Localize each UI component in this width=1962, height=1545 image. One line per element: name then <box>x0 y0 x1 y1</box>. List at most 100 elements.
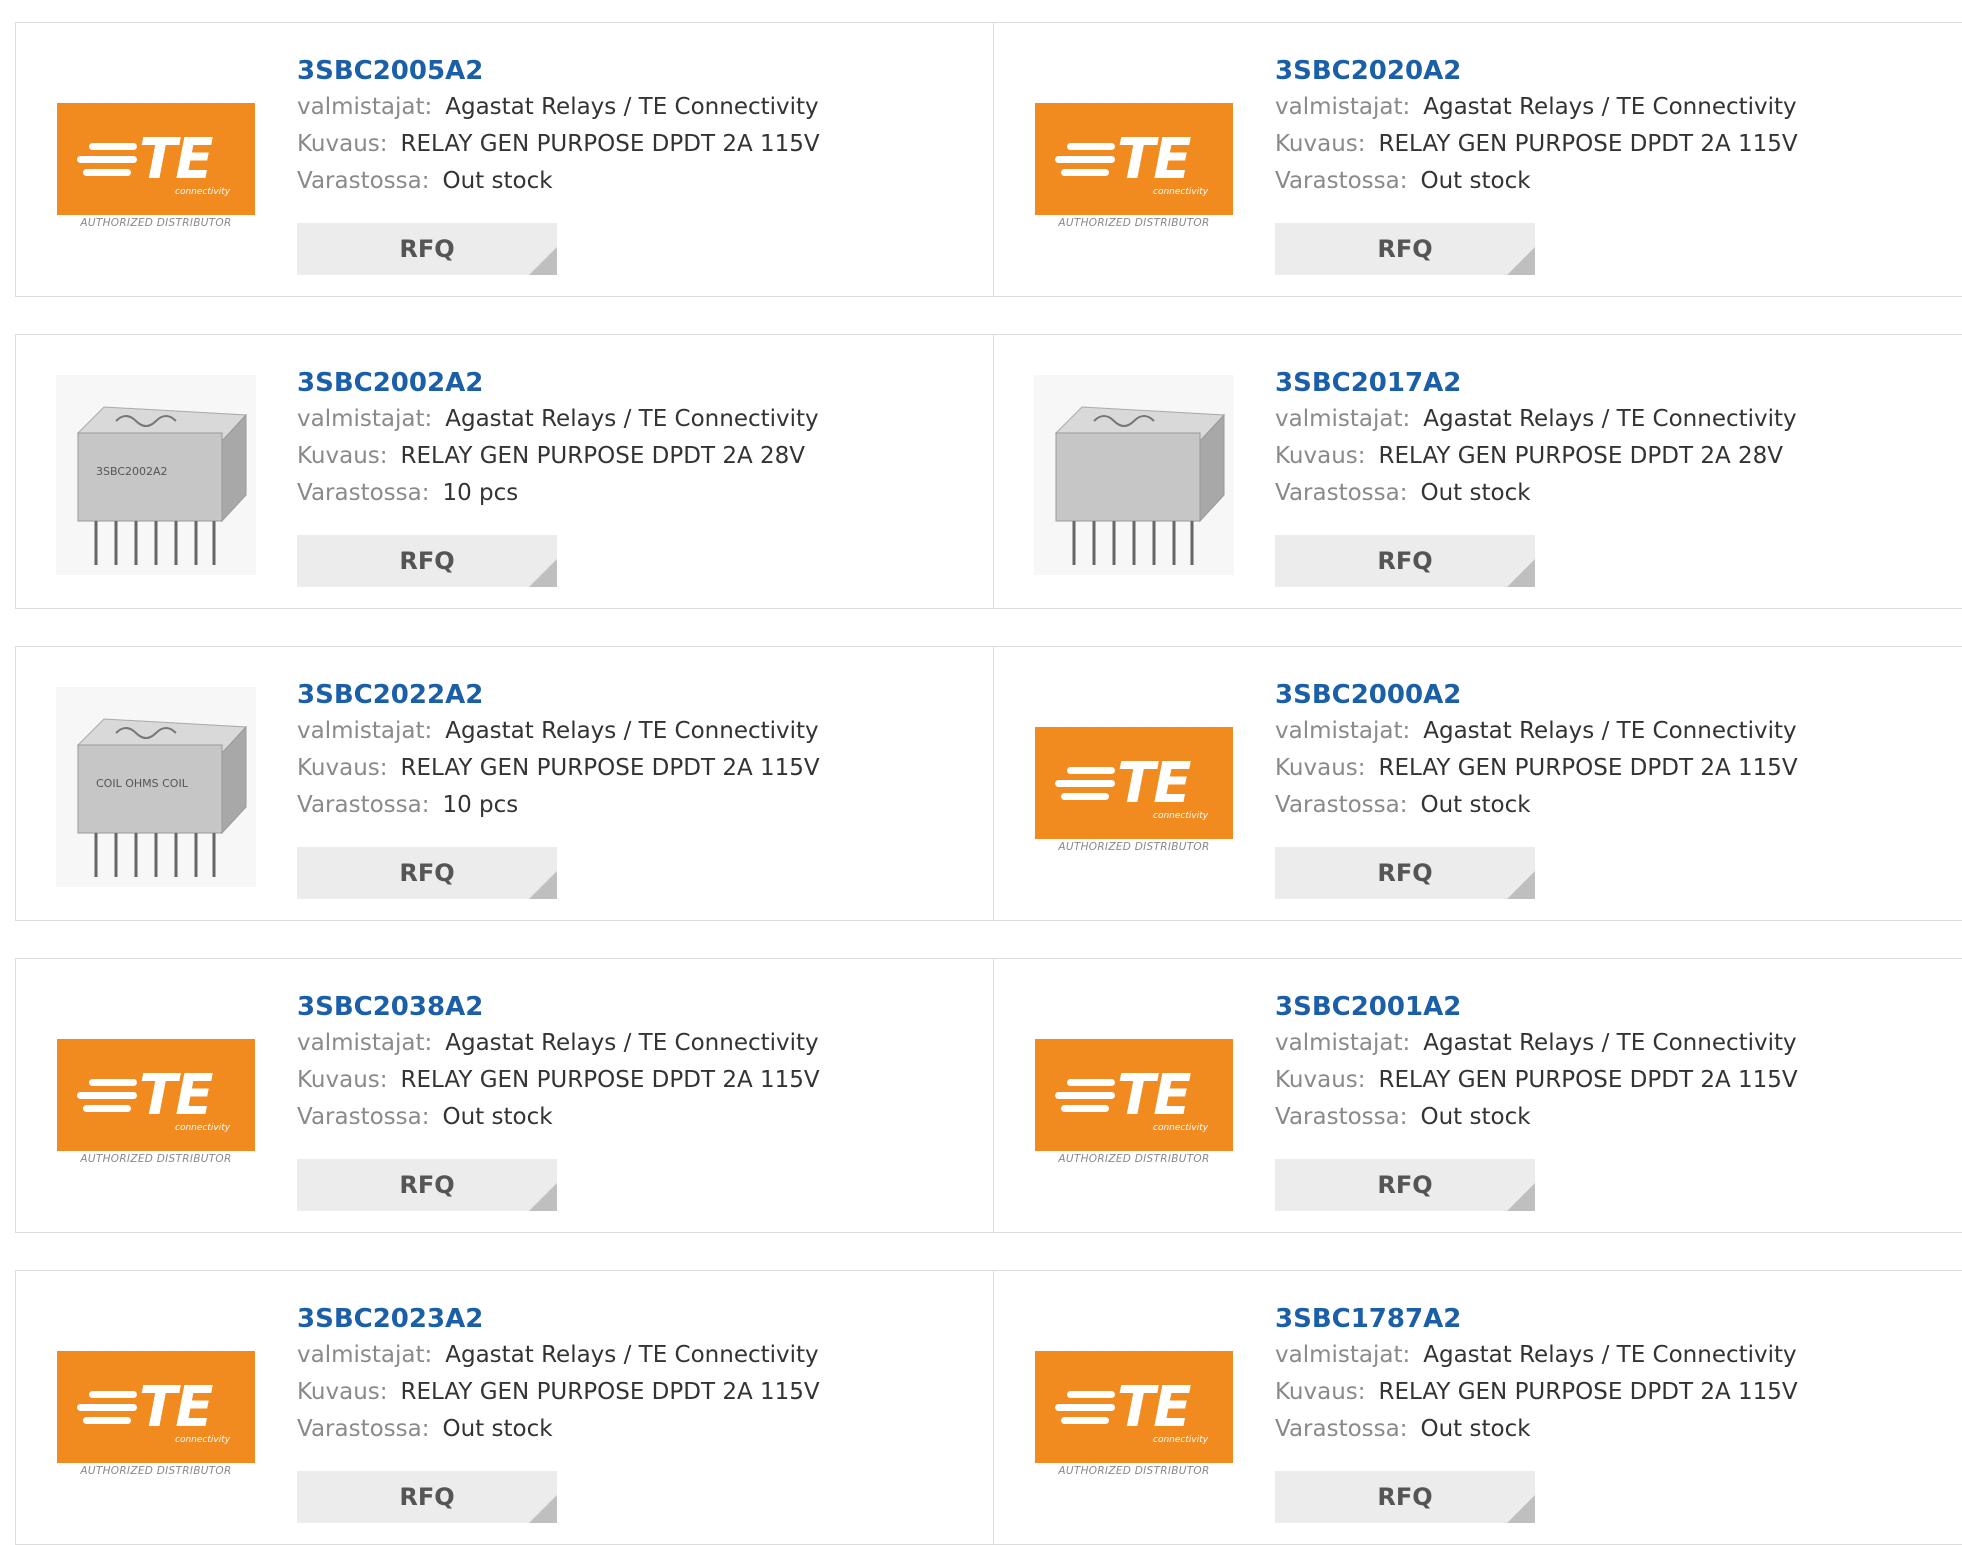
stock-label: Varastossa: <box>297 480 430 506</box>
stock-row: Varastossa: 10 pcs <box>297 475 819 512</box>
rfq-label: RFQ <box>399 1171 455 1199</box>
manufacturer-row: valmistajat: Agastat Relays / TE Connecti… <box>297 1025 820 1062</box>
manufacturer-value: Agastat Relays / TE Connectivity <box>445 94 819 120</box>
manufacturer-label: valmistajat: <box>297 406 433 432</box>
te-logo-box: TE connectivity <box>57 103 255 215</box>
stock-value: Out stock <box>1420 792 1531 818</box>
description-row: Kuvaus: RELAY GEN PURPOSE DPDT 2A 115V <box>297 1374 820 1411</box>
rfq-label: RFQ <box>1377 1483 1433 1511</box>
description-value: RELAY GEN PURPOSE DPDT 2A 115V <box>1378 755 1798 781</box>
product-info: 3SBC2001A2 valmistajat: Agastat Relays / … <box>1275 989 1798 1136</box>
corner-triangle-icon <box>529 871 557 899</box>
stock-row: Varastossa: Out stock <box>1275 1099 1798 1136</box>
authorized-distributor-caption: AUTHORIZED DISTRIBUTOR <box>1058 217 1210 229</box>
product-info: 3SBC2002A2 valmistajat: Agastat Relays / … <box>297 365 819 512</box>
description-label: Kuvaus: <box>297 443 388 469</box>
authorized-distributor-caption: AUTHORIZED DISTRIBUTOR <box>80 217 232 229</box>
stock-value: Out stock <box>442 1416 553 1442</box>
description-row: Kuvaus: RELAY GEN PURPOSE DPDT 2A 115V <box>1275 750 1798 787</box>
rfq-button[interactable]: RFQ <box>297 535 557 587</box>
rfq-button[interactable]: RFQ <box>1275 535 1535 587</box>
product-image[interactable]: TE connectivity AUTHORIZED DISTRIBUTOR <box>56 1311 256 1511</box>
te-connectivity-logo: TE connectivity AUTHORIZED DISTRIBUTOR <box>1035 103 1233 229</box>
stock-label: Varastossa: <box>1275 1416 1408 1442</box>
part-number-link[interactable]: 3SBC2023A2 <box>297 1301 820 1337</box>
authorized-distributor-caption: AUTHORIZED DISTRIBUTOR <box>80 1153 232 1165</box>
stock-label: Varastossa: <box>1275 1104 1408 1130</box>
stock-label: Varastossa: <box>297 1104 430 1130</box>
product-image[interactable]: TE connectivity AUTHORIZED DISTRIBUTOR <box>1034 1311 1234 1511</box>
product-image[interactable]: TE connectivity AUTHORIZED DISTRIBUTOR <box>1034 999 1234 1199</box>
te-logo-text: TE <box>139 1063 213 1128</box>
te-logo-text: TE <box>1117 751 1191 816</box>
manufacturer-row: valmistajat: Agastat Relays / TE Connecti… <box>297 1337 820 1374</box>
manufacturer-label: valmistajat: <box>297 1342 433 1368</box>
product-image[interactable]: COIL OHMS COIL <box>56 687 256 887</box>
authorized-distributor-caption: AUTHORIZED DISTRIBUTOR <box>1058 841 1210 853</box>
product-image[interactable] <box>1034 375 1234 575</box>
manufacturer-value: Agastat Relays / TE Connectivity <box>445 406 819 432</box>
part-number-link[interactable]: 3SBC2001A2 <box>1275 989 1798 1025</box>
rfq-button[interactable]: RFQ <box>1275 1471 1535 1523</box>
product-image[interactable]: TE connectivity AUTHORIZED DISTRIBUTOR <box>1034 687 1234 887</box>
manufacturer-row: valmistajat: Agastat Relays / TE Connecti… <box>1275 89 1798 126</box>
rfq-button[interactable]: RFQ <box>297 1159 557 1211</box>
rfq-label: RFQ <box>399 235 455 263</box>
stock-value: Out stock <box>1420 480 1531 506</box>
stock-row: Varastossa: Out stock <box>1275 475 1797 512</box>
rfq-label: RFQ <box>399 547 455 575</box>
te-logo-text: TE <box>1117 1375 1191 1440</box>
part-number-link[interactable]: 3SBC2002A2 <box>297 365 819 401</box>
rfq-button[interactable]: RFQ <box>297 847 557 899</box>
description-row: Kuvaus: RELAY GEN PURPOSE DPDT 2A 115V <box>1275 126 1798 163</box>
manufacturer-label: valmistajat: <box>1275 1342 1411 1368</box>
rfq-button[interactable]: RFQ <box>1275 847 1535 899</box>
te-logo-tagline: connectivity <box>1153 1435 1209 1445</box>
description-value: RELAY GEN PURPOSE DPDT 2A 115V <box>1378 1067 1798 1093</box>
stock-value: Out stock <box>1420 168 1531 194</box>
relay-print-text: COIL OHMS COIL <box>96 777 189 790</box>
rfq-button[interactable]: RFQ <box>297 1471 557 1523</box>
description-value: RELAY GEN PURPOSE DPDT 2A 28V <box>400 443 805 469</box>
te-lines-icon <box>77 143 137 177</box>
te-connectivity-logo: TE connectivity AUTHORIZED DISTRIBUTOR <box>1035 1351 1233 1477</box>
product-image[interactable]: 3SBC2002A2 <box>56 375 256 575</box>
rfq-button[interactable]: RFQ <box>297 223 557 275</box>
part-number-link[interactable]: 3SBC2000A2 <box>1275 677 1798 713</box>
manufacturer-label: valmistajat: <box>297 94 433 120</box>
manufacturer-value: Agastat Relays / TE Connectivity <box>1423 1342 1797 1368</box>
te-logo-text: TE <box>139 1375 213 1440</box>
product-image[interactable]: TE connectivity AUTHORIZED DISTRIBUTOR <box>1034 63 1234 263</box>
product-info: 3SBC2005A2 valmistajat: Agastat Relays / … <box>297 53 820 200</box>
manufacturer-label: valmistajat: <box>1275 94 1411 120</box>
part-number-link[interactable]: 3SBC2020A2 <box>1275 53 1798 89</box>
te-lines-icon <box>1055 1391 1115 1425</box>
rfq-button[interactable]: RFQ <box>1275 1159 1535 1211</box>
relay-photo-icon <box>1034 375 1234 575</box>
stock-row: Varastossa: Out stock <box>297 163 820 200</box>
manufacturer-label: valmistajat: <box>297 1030 433 1056</box>
product-image[interactable]: TE connectivity AUTHORIZED DISTRIBUTOR <box>56 999 256 1199</box>
product-grid: TE connectivity AUTHORIZED DISTRIBUTOR 3… <box>15 22 1962 1545</box>
manufacturer-row: valmistajat: Agastat Relays / TE Connecti… <box>1275 401 1797 438</box>
description-row: Kuvaus: RELAY GEN PURPOSE DPDT 2A 28V <box>297 438 819 475</box>
te-connectivity-logo: TE connectivity AUTHORIZED DISTRIBUTOR <box>1035 727 1233 853</box>
part-number-link[interactable]: 3SBC2005A2 <box>297 53 820 89</box>
te-logo-box: TE connectivity <box>1035 1351 1233 1463</box>
product-card: TE connectivity AUTHORIZED DISTRIBUTOR 3… <box>994 22 1962 297</box>
part-number-link[interactable]: 3SBC1787A2 <box>1275 1301 1798 1337</box>
product-image[interactable]: TE connectivity AUTHORIZED DISTRIBUTOR <box>56 63 256 263</box>
corner-triangle-icon <box>1507 247 1535 275</box>
part-number-link[interactable]: 3SBC2017A2 <box>1275 365 1797 401</box>
authorized-distributor-caption: AUTHORIZED DISTRIBUTOR <box>1058 1153 1210 1165</box>
rfq-button[interactable]: RFQ <box>1275 223 1535 275</box>
manufacturer-row: valmistajat: Agastat Relays / TE Connecti… <box>1275 713 1798 750</box>
te-lines-icon <box>77 1391 137 1425</box>
part-number-link[interactable]: 3SBC2038A2 <box>297 989 820 1025</box>
manufacturer-value: Agastat Relays / TE Connectivity <box>1423 1030 1797 1056</box>
stock-label: Varastossa: <box>297 168 430 194</box>
description-label: Kuvaus: <box>1275 1067 1366 1093</box>
te-lines-icon <box>1055 767 1115 801</box>
description-label: Kuvaus: <box>1275 131 1366 157</box>
part-number-link[interactable]: 3SBC2022A2 <box>297 677 820 713</box>
